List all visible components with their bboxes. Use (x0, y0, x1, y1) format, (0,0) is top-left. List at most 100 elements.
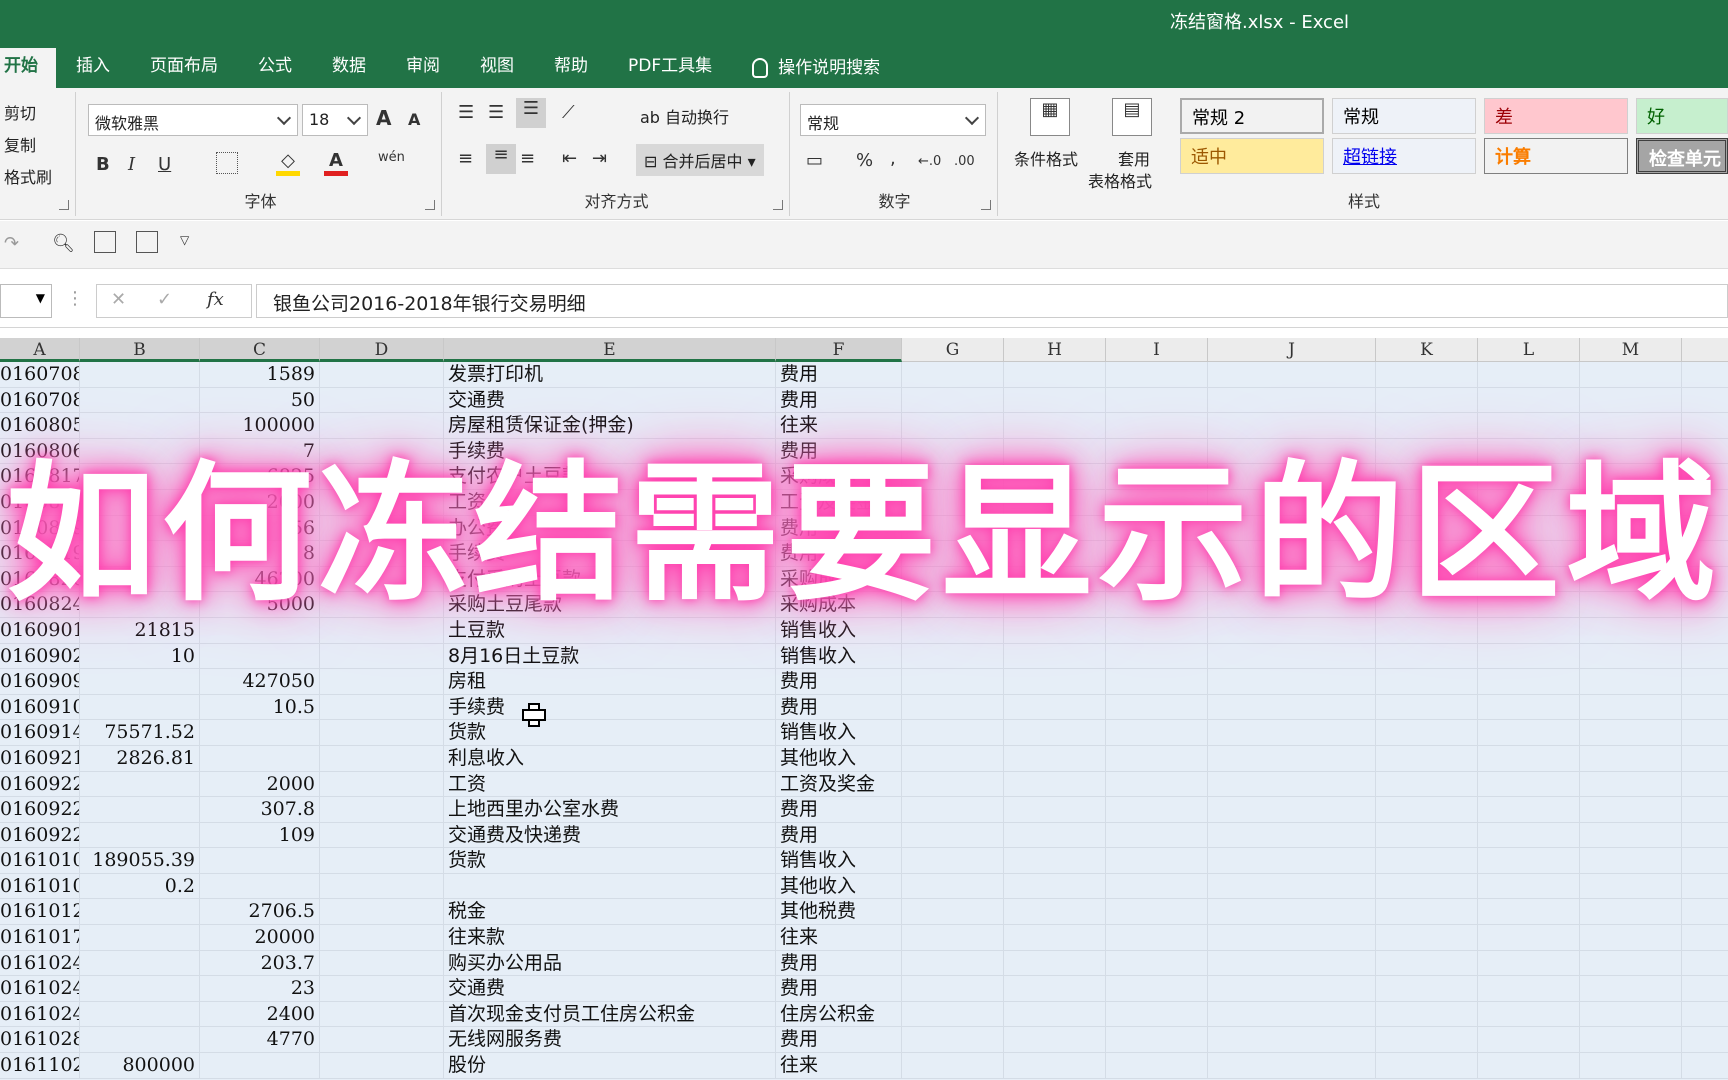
cell-c[interactable]: 50 (200, 387, 320, 414)
cell-j[interactable] (1208, 848, 1376, 874)
tab-data[interactable]: 数据 (312, 48, 386, 88)
cell-e[interactable]: 无线网服务费 (444, 1027, 776, 1054)
tab-formulas[interactable]: 公式 (238, 48, 312, 88)
cell-e[interactable] (444, 873, 776, 900)
cell-d[interactable] (320, 669, 444, 695)
cell-e[interactable]: 工资 (444, 771, 776, 798)
cell-f[interactable]: 费用 (776, 362, 902, 388)
number-launcher-icon[interactable] (981, 200, 991, 210)
cell-b[interactable]: 189055.39 (80, 848, 200, 874)
cell-i[interactable] (1106, 925, 1208, 951)
cell-g[interactable] (902, 873, 1004, 900)
cell-a[interactable]: 0160910 (0, 694, 80, 721)
cell-h[interactable] (1004, 669, 1106, 695)
cell-b[interactable]: 800000 (80, 1053, 200, 1079)
cell-f[interactable]: 往来 (776, 1053, 902, 1079)
cell-c[interactable] (200, 643, 320, 670)
cell-a[interactable]: 0161012 (0, 899, 80, 926)
cell-e[interactable]: 房屋租赁保证金(押金) (444, 413, 776, 439)
cell-m[interactable] (1580, 362, 1682, 388)
cell-a[interactable]: 0160708 (0, 387, 80, 414)
tab-review[interactable]: 审阅 (386, 48, 460, 88)
cell-c[interactable]: 20000 (200, 925, 320, 951)
cancel-icon[interactable]: ✕ (111, 289, 126, 310)
cell-h[interactable] (1004, 720, 1106, 746)
cell-f[interactable]: 其他税费 (776, 899, 902, 926)
cell-i[interactable] (1106, 873, 1208, 900)
style-normal[interactable]: 常规 (1332, 98, 1476, 134)
format-painter-button[interactable]: 格式刷 (4, 164, 52, 188)
style-check-cell[interactable]: 检查单元 (1636, 138, 1728, 174)
cell-m[interactable] (1580, 797, 1682, 823)
cell-c[interactable]: 2000 (200, 771, 320, 798)
cell-j[interactable] (1208, 771, 1376, 798)
cell-k[interactable] (1376, 797, 1478, 823)
cell-d[interactable] (320, 1027, 444, 1054)
cell-f[interactable]: 住房公积金 (776, 1001, 902, 1028)
cell-f[interactable]: 往来 (776, 925, 902, 951)
cell-l[interactable] (1478, 1001, 1580, 1028)
cell-a[interactable]: 0161024 (0, 976, 80, 1002)
wrap-text-button[interactable]: ab 自动换行 (640, 104, 729, 128)
cell-b[interactable] (80, 413, 200, 439)
cell-f[interactable]: 费用 (776, 694, 902, 721)
cell-a[interactable]: 0160922 (0, 797, 80, 823)
col-header-h[interactable]: H (1004, 338, 1106, 362)
cell-b[interactable]: 2826.81 (80, 745, 200, 772)
cell-d[interactable] (320, 771, 444, 798)
cell-h[interactable] (1004, 976, 1106, 1002)
cell-l[interactable] (1478, 976, 1580, 1002)
cell-d[interactable] (320, 848, 444, 874)
cell-l[interactable] (1478, 669, 1580, 695)
cell-k[interactable] (1376, 643, 1478, 670)
cell-f[interactable]: 其他收入 (776, 745, 902, 772)
cell-a[interactable]: 0161102 (0, 1053, 80, 1079)
cell-l[interactable] (1478, 950, 1580, 977)
font-size-combo[interactable]: 18 (302, 104, 368, 136)
cell-i[interactable] (1106, 694, 1208, 721)
cell-k[interactable] (1376, 1001, 1478, 1028)
cell-i[interactable] (1106, 797, 1208, 823)
cell-j[interactable] (1208, 925, 1376, 951)
cell-e[interactable]: 交通费 (444, 976, 776, 1002)
enter-icon[interactable]: ✓ (157, 289, 172, 310)
cell-k[interactable] (1376, 413, 1478, 439)
cell-h[interactable] (1004, 387, 1106, 414)
col-header-k[interactable]: K (1376, 338, 1478, 362)
currency-icon[interactable]: ▭ (806, 150, 823, 171)
cell-a[interactable]: 0160922 (0, 771, 80, 798)
cell-e[interactable]: 购买办公用品 (444, 950, 776, 977)
cell-j[interactable] (1208, 362, 1376, 388)
cell-l[interactable] (1478, 873, 1580, 900)
cell-m[interactable] (1580, 694, 1682, 721)
customize-qat-icon[interactable]: ▽ (180, 233, 189, 247)
cell-g[interactable] (902, 771, 1004, 798)
decrease-decimal-button[interactable]: .00 (954, 154, 975, 169)
border-icon[interactable] (216, 152, 238, 174)
grow-font-button[interactable]: A (376, 106, 391, 130)
tab-home[interactable]: 开始 (0, 48, 56, 88)
cell-l[interactable] (1478, 925, 1580, 951)
copy-button[interactable]: 复制 (4, 132, 36, 156)
cell-e[interactable]: 上地西里办公室水费 (444, 797, 776, 823)
cell-g[interactable] (902, 1053, 1004, 1079)
cell-g[interactable] (902, 925, 1004, 951)
cell-g[interactable] (902, 413, 1004, 439)
cell-f[interactable]: 销售收入 (776, 643, 902, 670)
cell-k[interactable] (1376, 950, 1478, 977)
cell-b[interactable] (80, 899, 200, 926)
insert-function-icon[interactable]: fx (207, 289, 224, 310)
cell-l[interactable] (1478, 1027, 1580, 1054)
col-header-i[interactable]: I (1106, 338, 1208, 362)
col-header-e[interactable]: E (444, 338, 776, 362)
cell-h[interactable] (1004, 950, 1106, 977)
cell-g[interactable] (902, 720, 1004, 746)
tab-page-layout[interactable]: 页面布局 (130, 48, 238, 88)
cell-a[interactable]: 0160708 (0, 362, 80, 388)
cell-h[interactable] (1004, 745, 1106, 772)
cell-b[interactable] (80, 362, 200, 388)
style-calculation[interactable]: 计算 (1484, 138, 1628, 174)
cell-d[interactable] (320, 925, 444, 951)
cell-l[interactable] (1478, 771, 1580, 798)
cell-g[interactable] (902, 899, 1004, 926)
